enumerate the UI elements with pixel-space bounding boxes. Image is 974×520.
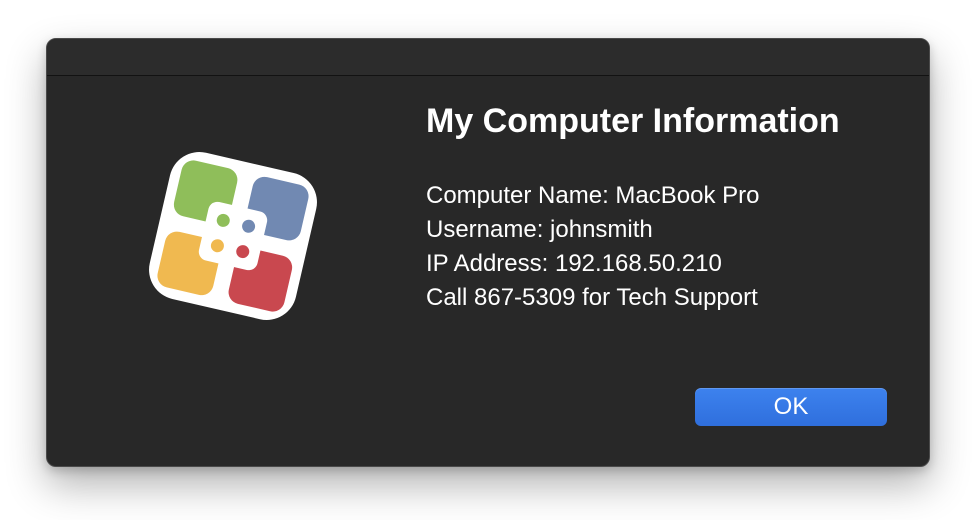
ok-button[interactable]: OK (695, 388, 887, 426)
app-logo-icon (138, 141, 328, 331)
computer-name-text: Computer Name: MacBook Pro (426, 182, 760, 209)
tech-support-text: Call 867-5309 for Tech Support (426, 284, 758, 311)
username-text: Username: johnsmith (426, 216, 653, 243)
info-block: Computer Name: MacBook Pro Username: joh… (426, 179, 759, 315)
dialog-window: My Computer Information Computer Name: M… (46, 38, 930, 467)
dialog-title: My Computer Information (426, 102, 840, 140)
ip-address-text: IP Address: 192.168.50.210 (426, 250, 722, 277)
title-bar[interactable] (47, 39, 929, 76)
